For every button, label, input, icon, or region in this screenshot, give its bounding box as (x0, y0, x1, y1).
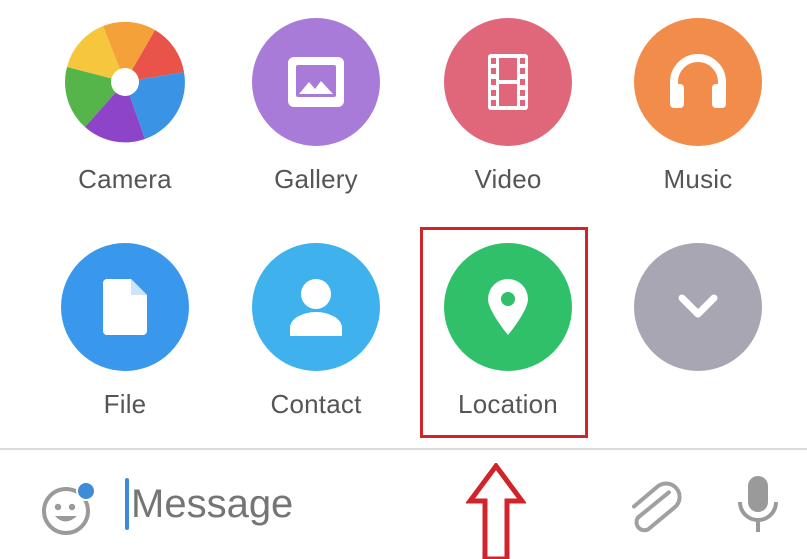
contact-label: Contact (270, 389, 362, 419)
image-icon (288, 57, 344, 107)
emoji-icon[interactable] (40, 481, 96, 537)
attach-file[interactable]: File (45, 243, 205, 443)
contact-button-circle (252, 243, 380, 371)
video-label: Video (474, 164, 542, 194)
arrow-up-icon (466, 463, 526, 559)
paperclip-icon[interactable] (626, 478, 682, 538)
music-label: Music (663, 164, 733, 194)
video-button-circle (444, 18, 572, 146)
file-label: File (103, 389, 147, 419)
microphone-icon[interactable] (735, 474, 781, 538)
chevron-down-icon (678, 294, 718, 318)
file-icon (103, 279, 147, 335)
location-highlight-box (420, 227, 588, 438)
camera-shutter-icon (61, 18, 189, 146)
attach-contact[interactable]: Contact (236, 243, 396, 443)
film-strip-icon (488, 54, 528, 110)
attach-more[interactable] (618, 243, 778, 443)
file-button-circle (61, 243, 189, 371)
text-cursor (125, 478, 129, 530)
attach-music[interactable]: Music (618, 18, 778, 218)
music-button-circle (634, 18, 762, 146)
attach-gallery[interactable]: Gallery (236, 18, 396, 218)
attach-video[interactable]: Video (428, 18, 588, 218)
gallery-label: Gallery (274, 164, 358, 194)
attach-camera[interactable]: Camera (45, 18, 205, 218)
more-button-circle (634, 243, 762, 371)
camera-label: Camera (78, 164, 172, 194)
headphones-icon (670, 54, 726, 108)
gallery-button-circle (252, 18, 380, 146)
divider (0, 448, 807, 450)
person-icon (290, 279, 342, 336)
